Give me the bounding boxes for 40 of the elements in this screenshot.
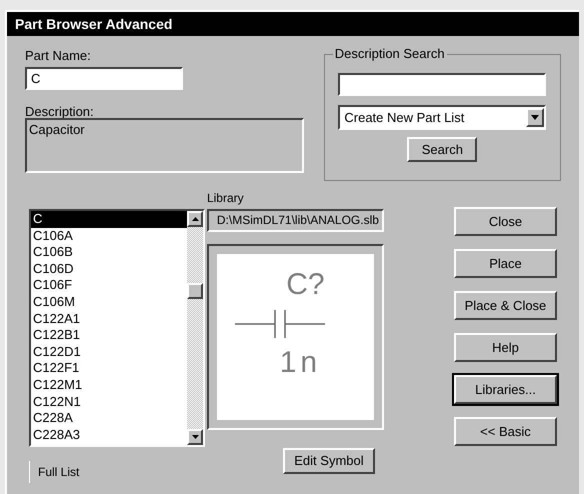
list-item[interactable]: C106D xyxy=(31,260,187,278)
list-item[interactable]: C122M1 xyxy=(31,376,187,394)
value-text: 1n xyxy=(280,346,322,380)
group-label: Description Search xyxy=(332,46,447,62)
list-item[interactable]: C106M xyxy=(31,294,187,311)
list-item[interactable]: C xyxy=(31,211,187,228)
list-item[interactable]: C122B1 xyxy=(31,327,187,344)
list-item[interactable]: C228A xyxy=(31,410,187,427)
list-item[interactable]: C228A3 xyxy=(31,426,187,444)
list-item[interactable]: C106B xyxy=(31,244,187,261)
description-box: Capacitor xyxy=(25,118,304,173)
capacitor-symbol-icon xyxy=(235,308,326,340)
scroll-up-icon[interactable] xyxy=(187,211,203,227)
dialog-button[interactable]: Help xyxy=(454,333,558,362)
dialog-button[interactable]: Libraries... xyxy=(454,375,558,404)
part-name-field[interactable]: C xyxy=(25,67,183,90)
part-list-dropdown[interactable]: Create New Part List xyxy=(338,105,546,130)
scroll-down-icon[interactable] xyxy=(187,429,203,445)
search-field[interactable] xyxy=(338,73,546,96)
search-button[interactable]: Search xyxy=(407,137,478,162)
list-item[interactable]: C122A1 xyxy=(31,310,187,328)
refdes-text: C? xyxy=(286,268,325,302)
dialog-button[interactable]: Place xyxy=(454,249,558,278)
dialog-button[interactable]: << Basic xyxy=(454,417,558,446)
list-item[interactable]: C122F1 xyxy=(31,360,187,377)
library-path-field: D:\MSimDL71\lib\ANALOG.slb xyxy=(206,209,384,232)
dialog-button[interactable]: Place & Close xyxy=(454,291,558,320)
scroll-thumb[interactable] xyxy=(187,283,203,299)
field-label: Description: xyxy=(25,103,95,118)
list-item[interactable]: C106F xyxy=(31,277,187,294)
list-item[interactable]: C122N1 xyxy=(31,394,187,410)
field-label: Library xyxy=(206,190,245,205)
edit-symbol-button[interactable]: Edit Symbol xyxy=(282,448,375,474)
list-item[interactable]: C122D1 xyxy=(31,344,187,360)
list-item[interactable]: C106A xyxy=(31,228,187,244)
dialog-button[interactable]: Close xyxy=(454,207,558,236)
window-title: Part Browser Advanced xyxy=(7,12,579,36)
scrollbar[interactable] xyxy=(187,211,203,445)
full-list-button[interactable]: Full List xyxy=(29,461,99,483)
field-label: Part Name: xyxy=(25,47,92,64)
